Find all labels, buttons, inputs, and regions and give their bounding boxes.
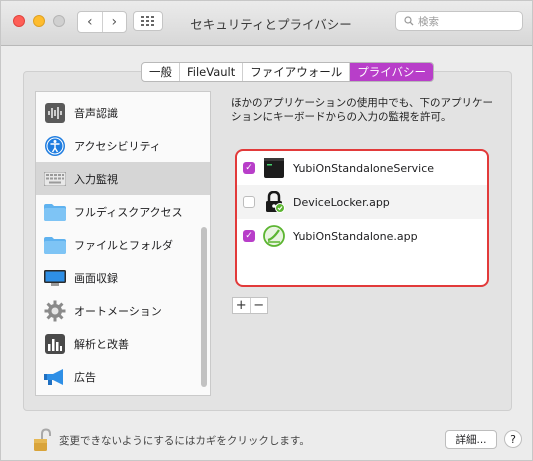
remove-app-button[interactable]: −	[249, 298, 268, 313]
sidebar-item-label: オートメーション	[74, 304, 162, 318]
sidebar-item-speech-recognition[interactable]: 音声認識	[36, 96, 210, 129]
tab-firewall[interactable]: ファイアウォール	[242, 63, 349, 81]
preferences-window: ‹ › セキュリティとプライバシー 検索 一般 FileVault ファイアウォ…	[0, 0, 533, 461]
details-button[interactable]: 詳細...	[445, 430, 497, 449]
app-name: YubiOnStandaloneService	[293, 161, 435, 175]
app-checkbox-unchecked[interactable]	[243, 196, 255, 208]
permission-description: ほかのアプリケーションの使用中でも、下のアプリケーションにキーボードからの入力の…	[231, 97, 493, 123]
privacy-sidebar: 音声認識 アクセシビリティ 入力監視 フルディスクアクセス ファイルとフォルダ …	[35, 91, 211, 396]
navigation-buttons: ‹ ›	[77, 11, 127, 33]
folder-icon	[44, 201, 66, 223]
add-remove-buttons: + −	[232, 297, 268, 314]
search-placeholder: 検索	[418, 15, 439, 28]
tab-filevault[interactable]: FileVault	[179, 63, 242, 81]
back-button[interactable]: ‹	[78, 12, 102, 32]
analytics-icon	[44, 333, 66, 355]
sidebar-item-automation[interactable]: オートメーション	[36, 294, 210, 327]
display-icon	[44, 267, 66, 289]
show-all-button[interactable]	[133, 11, 163, 31]
sidebar-item-label: 音声認識	[74, 106, 118, 120]
accessibility-icon	[44, 135, 66, 157]
window-title: セキュリティとプライバシー	[190, 17, 352, 32]
terminal-icon	[263, 157, 285, 179]
minimize-window-button[interactable]	[33, 15, 45, 27]
title-bar: ‹ › セキュリティとプライバシー 検索	[1, 1, 532, 46]
sidebar-item-label: アクセシビリティ	[74, 139, 161, 153]
sidebar-item-analytics[interactable]: 解析と改善	[36, 327, 210, 360]
sidebar-item-label: ファイルとフォルダ	[74, 238, 173, 252]
sidebar-item-accessibility[interactable]: アクセシビリティ	[36, 129, 210, 162]
sidebar-scrollbar[interactable]	[201, 227, 207, 387]
folder-icon	[44, 234, 66, 256]
sidebar-item-label: フルディスクアクセス	[74, 205, 183, 219]
yubion-icon	[263, 225, 285, 247]
search-field[interactable]: 検索	[395, 11, 523, 31]
speech-recognition-icon	[44, 102, 66, 124]
sidebar-item-advertising[interactable]: 広告	[36, 360, 210, 393]
lock-instruction-text: 変更できないようにするにはカギをクリックします。	[59, 435, 310, 447]
app-list: ✓ YubiOnStandaloneService DeviceLocker.a…	[235, 149, 489, 287]
tab-privacy[interactable]: プライバシー	[349, 63, 434, 81]
sidebar-item-label: 広告	[74, 370, 96, 384]
keyboard-icon	[44, 168, 66, 190]
app-name: YubiOnStandalone.app	[293, 229, 418, 243]
close-window-button[interactable]	[13, 15, 25, 27]
sidebar-item-screen-recording[interactable]: 画面収録	[36, 261, 210, 294]
lock-icon[interactable]	[33, 428, 51, 452]
sidebar-item-files-and-folders[interactable]: ファイルとフォルダ	[36, 228, 210, 261]
help-button[interactable]: ?	[504, 430, 522, 448]
app-name: DeviceLocker.app	[293, 195, 390, 209]
search-icon	[404, 16, 414, 26]
app-row-yubionstandaloneservice[interactable]: ✓ YubiOnStandaloneService	[237, 151, 487, 185]
sidebar-item-label: 解析と改善	[74, 337, 129, 351]
gear-icon	[44, 300, 66, 322]
app-row-devicelocker[interactable]: DeviceLocker.app	[237, 185, 487, 219]
chevron-left-icon: ‹	[86, 14, 93, 30]
sidebar-item-full-disk-access[interactable]: フルディスクアクセス	[36, 195, 210, 228]
tab-general[interactable]: 一般	[142, 63, 179, 81]
grid-icon	[141, 16, 154, 26]
add-app-button[interactable]: +	[233, 298, 250, 313]
app-checkbox-checked[interactable]: ✓	[243, 162, 255, 174]
app-row-yubionstandalone[interactable]: ✓ YubiOnStandalone.app	[237, 219, 487, 253]
sidebar-item-label: 画面収録	[74, 271, 118, 285]
app-checkbox-checked[interactable]: ✓	[243, 230, 255, 242]
lock-app-icon	[263, 191, 285, 213]
zoom-window-button[interactable]	[53, 15, 65, 27]
sidebar-item-label: 入力監視	[74, 172, 118, 186]
sidebar-item-input-monitoring[interactable]: 入力監視	[36, 162, 210, 195]
chevron-right-icon: ›	[111, 14, 118, 30]
tab-bar: 一般 FileVault ファイアウォール プライバシー	[141, 62, 435, 82]
forward-button[interactable]: ›	[101, 12, 127, 32]
megaphone-icon	[44, 366, 66, 388]
